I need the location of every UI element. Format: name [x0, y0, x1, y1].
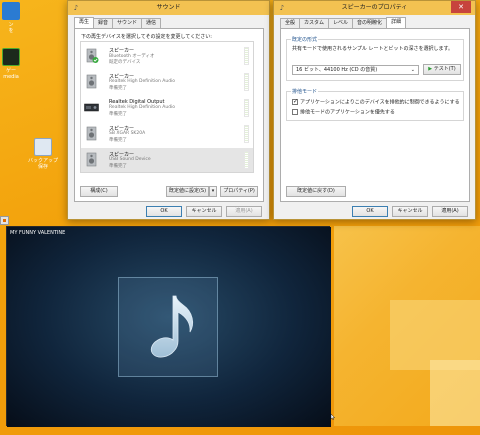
properties-window-title: スピーカーのプロパティ: [341, 4, 408, 11]
desktop-icon-label: バックアップ 保存: [27, 158, 58, 170]
default-format-group: 既定の形式 共有モードで使用されるサンプル レートとビットの深さを選択します。 …: [286, 36, 464, 81]
ok-button[interactable]: OK: [146, 206, 182, 217]
sound-tabs: 再生 録音 サウンド 通信: [74, 17, 162, 28]
tab-custom[interactable]: カスタム: [299, 18, 330, 28]
exclusive-priority-checkbox[interactable]: [292, 109, 298, 115]
restore-defaults-button[interactable]: 既定値に戻す(D): [286, 186, 346, 197]
tab-enhancements[interactable]: 音の明瞭化: [352, 18, 388, 28]
volume-meter: [244, 125, 249, 143]
cancel-button[interactable]: キャンセル: [392, 206, 428, 217]
test-button-label: テスト(T): [433, 66, 456, 72]
exclusive-control-text: アプリケーションによりこのデバイスを排他的に制御できるようにする: [300, 99, 460, 106]
exclusive-control-checkbox[interactable]: ✓: [292, 99, 298, 105]
tab-sounds[interactable]: サウンド: [112, 18, 143, 28]
properties-window-titlebar[interactable]: ♪ スピーカーのプロパティ ✕: [274, 1, 475, 15]
instruction-text: 下の再生デバイスを選択してその設定を変更してください:: [81, 34, 212, 40]
digital-output-icon: [84, 103, 99, 112]
tab-levels[interactable]: レベル: [328, 18, 354, 28]
ok-button[interactable]: OK: [352, 206, 388, 217]
apply-button[interactable]: 適用(A): [432, 206, 468, 217]
device-status: 既定のデバイス: [109, 60, 141, 65]
advanced-tab-body: 既定の形式 共有モードで使用されるサンプル レートとビットの深さを選択します。 …: [280, 28, 470, 202]
mouse-cursor-icon: [331, 414, 335, 420]
speaker-device-icon: [86, 126, 97, 141]
chevron-down-icon: ⌄: [410, 67, 415, 73]
exclusive-control-option[interactable]: ✓ アプリケーションによりこのデバイスを排他的に制御できるようにする: [292, 99, 460, 107]
sound-window-titlebar[interactable]: ♪ サウンド: [68, 1, 269, 15]
format-select[interactable]: 16 ビット、44100 Hz (CD の音質) ⌄: [292, 65, 419, 75]
device-item[interactable]: スピーカー Bluetooth オーディオ 既定のデバイス: [81, 44, 253, 68]
track-title: MY FUNNY VALENTINE: [10, 230, 66, 236]
desktop-light-panel-3: [430, 360, 480, 426]
volume-meter: [244, 99, 249, 117]
set-default-dropdown[interactable]: ▾: [209, 186, 217, 197]
device-item[interactable]: スピーカー SB XGAR SK20A 準備完了: [81, 122, 253, 146]
default-format-description: 共有モードで使用されるサンプル レートとビットの深さを選択します。: [292, 46, 453, 52]
desktop-icon[interactable]: バックアップ 保存: [24, 138, 62, 170]
desktop-icon[interactable]: ン を: [0, 2, 30, 34]
tab-recording[interactable]: 録音: [93, 18, 114, 28]
device-driver: SB XGAR SK20A: [109, 131, 146, 136]
media-player-app-icon[interactable]: [0, 216, 9, 225]
tab-general[interactable]: 全般: [280, 18, 301, 28]
device-item[interactable]: Realtek Digital Output Realtek High Defi…: [81, 96, 253, 120]
device-driver: USB Sound Device: [109, 157, 151, 162]
tab-communications[interactable]: 通信: [141, 18, 162, 28]
device-status: 準備完了: [109, 138, 127, 143]
speaker-icon: ♪: [73, 4, 79, 12]
properties-button[interactable]: プロパティ(P): [220, 186, 258, 197]
cancel-button[interactable]: キャンセル: [186, 206, 222, 217]
set-default-button[interactable]: 既定値に設定(S): [166, 186, 209, 197]
tab-advanced[interactable]: 詳細: [386, 17, 407, 28]
speaker-properties-window: ♪ スピーカーのプロパティ ✕ 全般 カスタム レベル 音の明瞭化 詳細 既定の…: [273, 0, 476, 220]
properties-tabs: 全般 カスタム レベル 音の明瞭化 詳細: [280, 17, 407, 28]
device-status: 準備完了: [109, 112, 127, 117]
device-driver: Realtek High Definition Audio: [109, 79, 176, 84]
speaker-icon: ♪: [279, 4, 285, 12]
exclusive-mode-label: 排他モード: [291, 88, 319, 95]
close-button[interactable]: ✕: [451, 1, 471, 13]
device-item[interactable]: スピーカー Realtek High Definition Audio 準備完了: [81, 70, 253, 94]
format-select-value: 16 ビット、44100 Hz (CD の音質): [296, 67, 378, 73]
speaker-device-icon: [86, 152, 97, 167]
desktop-icon-label: ゲー media: [3, 68, 19, 80]
sound-window: ♪ サウンド 再生 録音 サウンド 通信 下の再生デバイスを選択してその設定を変…: [67, 0, 270, 220]
music-note-icon: [150, 295, 194, 358]
album-art-placeholder: [118, 277, 218, 377]
volume-meter: [244, 73, 249, 91]
media-app-icon: [2, 48, 20, 66]
apply-button[interactable]: 適用(A): [226, 206, 262, 217]
volume-meter: [244, 47, 249, 65]
backup-app-icon: [34, 138, 52, 156]
exclusive-mode-group: 排他モード ✓ アプリケーションによりこのデバイスを排他的に制御できるようにする …: [286, 88, 464, 121]
desktop-icon[interactable]: ゲー media: [0, 48, 30, 80]
media-player-window[interactable]: MY FUNNY VALENTINE: [6, 226, 331, 427]
test-button[interactable]: ▶ テスト(T): [423, 64, 461, 75]
play-icon: ▶: [428, 66, 433, 72]
speaker-device-icon: [86, 74, 97, 89]
device-driver: Realtek High Definition Audio: [109, 105, 176, 110]
speaker-device-icon: [86, 48, 99, 63]
default-format-label: 既定の形式: [291, 36, 319, 43]
device-status: 準備完了: [109, 86, 127, 91]
sound-window-title: サウンド: [156, 4, 181, 11]
configure-button[interactable]: 構成(C): [80, 186, 118, 197]
playback-device-list[interactable]: スピーカー Bluetooth オーディオ 既定のデバイス スピーカー Real…: [80, 41, 254, 173]
desktop-icon-label: ン を: [8, 22, 14, 34]
device-status: 準備完了: [109, 164, 127, 169]
desktop-app-icon: [2, 2, 20, 20]
device-item[interactable]: スピーカー USB Sound Device 準備完了: [81, 148, 253, 172]
tab-playback[interactable]: 再生: [74, 17, 95, 28]
volume-meter: [244, 151, 249, 169]
exclusive-priority-option[interactable]: 排他モードのアプリケーションを優先する: [292, 109, 395, 117]
chevron-down-icon: ▾: [211, 188, 215, 194]
exclusive-priority-text: 排他モードのアプリケーションを優先する: [300, 109, 395, 116]
